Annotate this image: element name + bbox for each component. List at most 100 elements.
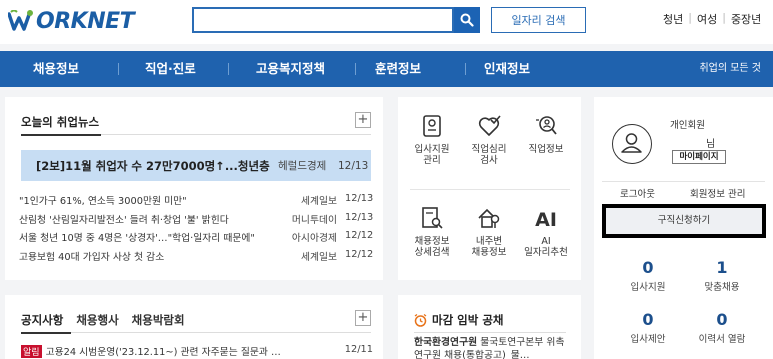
logout-link[interactable]: 로그아웃 xyxy=(620,186,655,200)
service-ai-recommend[interactable]: AI AI 일자리추천 xyxy=(518,206,574,258)
service-label: 내주변 xyxy=(475,236,503,247)
news-item[interactable]: 고용보험 40대 가입자 사상 첫 감소 세계일보 12/12 xyxy=(19,249,375,268)
news-title: 오늘의 취업뉴스 xyxy=(21,115,100,129)
nav-item-talent[interactable]: 인재정보 xyxy=(484,51,530,87)
nav-divider xyxy=(465,63,466,75)
deadline-desc: 물국토연구본부 위촉 xyxy=(480,337,565,348)
nav-item-career[interactable]: 직업·진로 xyxy=(145,51,196,87)
site-header: ORKNET 일자리 검색 청년 | 여성 | 중장년 xyxy=(0,0,773,44)
search-icon xyxy=(460,13,474,27)
deadline-item[interactable]: 한국환경연구원 물국토연구본부 위촉 연구원 채용(통합공고)_물… xyxy=(414,336,574,359)
service-nearby-jobs[interactable]: 내주변 채용정보 xyxy=(461,206,517,258)
news-more-button[interactable]: + xyxy=(355,112,371,128)
service-label: 직업심리 xyxy=(471,144,507,155)
user-type-middle-aged[interactable]: 중장년 xyxy=(726,11,766,27)
member-profile-panel: 개인회원 님 마이페이지 로그아웃 회원정보 관리 구직신청하기 0 입사지원 … xyxy=(594,97,773,359)
tab-notice[interactable]: 공지사항 xyxy=(21,312,63,328)
notice-item-date: 12/11 xyxy=(344,344,373,355)
user-type-youth[interactable]: 청년 xyxy=(658,11,688,27)
nav-divider xyxy=(355,63,356,75)
worknet-logo[interactable]: ORKNET xyxy=(8,7,135,35)
news-item-source: 머니투데이 xyxy=(291,214,337,226)
nav-item-job-info[interactable]: 채용정보 xyxy=(33,51,79,87)
house-location-icon xyxy=(478,208,500,228)
news-item-date: 12/12 xyxy=(345,230,374,241)
news-item[interactable]: 산림청 '산림일자리발전소' 들려 취·창업 '불' 밝힌다 머니투데이 12/… xyxy=(19,212,375,231)
service-label: 검사 xyxy=(480,155,498,166)
service-label: 채용정보 xyxy=(414,236,450,247)
news-item-title: "1인가구 61%, 연소득 3000만원 미만" xyxy=(19,196,187,207)
job-search-button[interactable]: 일자리 검색 xyxy=(491,7,586,33)
divider xyxy=(21,332,371,333)
search-input[interactable] xyxy=(192,7,454,33)
active-underline xyxy=(21,332,71,334)
stat-value: 0 xyxy=(716,310,728,329)
document-search-icon xyxy=(422,207,443,229)
deadline-title: 마감 임박 공채 xyxy=(414,312,504,328)
member-name-suffix: 님 xyxy=(706,139,716,150)
svg-text:AI: AI xyxy=(535,209,557,230)
stat-applications[interactable]: 0 입사지원 xyxy=(618,259,678,294)
tab-recruit-event[interactable]: 채용행사 xyxy=(76,312,118,328)
headline-news[interactable]: [2보]11월 취업자 수 27만7000명↑...청년층 6만… 헤럴드경제 … xyxy=(21,150,371,181)
divider xyxy=(410,189,570,190)
service-label: 채용정보 xyxy=(471,247,507,258)
member-info-link[interactable]: 회원정보 관리 xyxy=(690,186,745,200)
nav-item-welfare-policy[interactable]: 고용복지정책 xyxy=(256,51,325,87)
stat-label: 입사제안 xyxy=(630,334,666,345)
news-item[interactable]: "1인가구 61%, 연소득 3000만원 미만" 세계일보 12/13 xyxy=(19,193,375,212)
service-detailed-search[interactable]: 채용정보 상세검색 xyxy=(404,206,460,258)
news-item-title: 산림청 '산림일자리발전소' 들려 취·창업 '불' 밝힌다 xyxy=(19,214,229,226)
tab-job-fair[interactable]: 채용박람회 xyxy=(132,312,185,328)
heart-check-icon xyxy=(478,115,501,136)
nav-divider xyxy=(118,63,119,75)
logo-w-icon xyxy=(8,10,33,31)
news-item[interactable]: 서울 청년 10명 중 4명은 '상경자'…"학업·일자리 때문에" 아시아경제… xyxy=(19,230,375,249)
avatar xyxy=(612,124,652,164)
notice-tabs: 공지사항 채용행사 채용박람회 xyxy=(21,312,198,328)
job-apply-button[interactable]: 구직신청하기 xyxy=(602,204,766,238)
stat-label: 입사지원 xyxy=(630,282,666,293)
stat-custom-jobs[interactable]: 1 맞춤채용 xyxy=(692,258,752,294)
news-list: "1인가구 61%, 연소득 3000만원 미만" 세계일보 12/13 산림청… xyxy=(19,193,375,267)
service-label: 상세검색 xyxy=(414,247,450,258)
stat-resume-views[interactable]: 0 이력서 열람 xyxy=(692,310,752,346)
service-label: AI xyxy=(541,236,551,247)
deadline-panel: 마감 임박 공채 한국환경연구원 물국토연구본부 위촉 연구원 채용(통합공고)… xyxy=(398,295,581,359)
nav-item-training[interactable]: 훈련정보 xyxy=(375,51,421,87)
search-button[interactable] xyxy=(454,7,480,33)
user-type-women[interactable]: 여성 xyxy=(692,11,722,27)
alarm-clock-icon xyxy=(414,313,427,327)
ai-icon: AI xyxy=(535,209,557,230)
service-vocational-test[interactable]: 직업심리 검사 xyxy=(461,114,517,166)
mypage-button[interactable]: 마이페이지 xyxy=(672,150,726,164)
id-card-icon xyxy=(423,115,441,137)
active-underline xyxy=(21,134,101,136)
headline-title: [2보]11월 취업자 수 27만7000명↑...청년층 6만… xyxy=(36,158,274,173)
today-news-panel: 오늘의 취업뉴스 + [2보]11월 취업자 수 27만7000명↑...청년층… xyxy=(5,97,383,280)
notice-item-title: 고용24 시범운영('23.12.11~) 관련 자주묻는 질문과 … xyxy=(45,347,281,358)
news-item-date: 12/13 xyxy=(345,211,374,223)
service-label: 관리 xyxy=(423,155,441,166)
stat-label: 맞춤채용 xyxy=(704,282,740,293)
service-job-info[interactable]: 직업정보 xyxy=(518,114,574,155)
news-item-source: 세계일보 xyxy=(300,196,337,207)
news-item-source: 아시아경제 xyxy=(291,233,337,244)
nav-all-link[interactable]: 취업의 모든 것 xyxy=(699,51,761,87)
stat-value: 0 xyxy=(642,310,654,329)
news-item-date: 12/12 xyxy=(345,248,374,260)
notice-more-button[interactable]: + xyxy=(355,310,371,326)
news-item-date: 12/13 xyxy=(345,193,374,204)
nav-divider xyxy=(228,63,229,75)
member-type: 개인회원 xyxy=(670,120,705,131)
user-type-links: 청년 | 여성 | 중장년 xyxy=(658,11,766,27)
headline-date: 12/13 xyxy=(338,159,369,172)
deadline-desc-2: 연구원 채용(통합공고)_물… xyxy=(414,350,530,359)
stat-value: 1 xyxy=(716,258,728,277)
service-label: 입사지원 xyxy=(414,144,450,155)
stat-offers[interactable]: 0 입사제안 xyxy=(618,310,678,346)
notice-panel: 공지사항 채용행사 채용박람회 + 알림 고용24 시범운영('23.12.11~… xyxy=(5,295,383,359)
quick-services-panel: 입사지원 관리 직업심리 검사 직업정보 채용정보 상세검색 내주변 채용정보 … xyxy=(398,97,581,280)
service-application-management[interactable]: 입사지원 관리 xyxy=(404,114,460,166)
notice-item[interactable]: 알림 고용24 시범운영('23.12.11~) 관련 자주묻는 질문과 … 12… xyxy=(21,344,373,358)
